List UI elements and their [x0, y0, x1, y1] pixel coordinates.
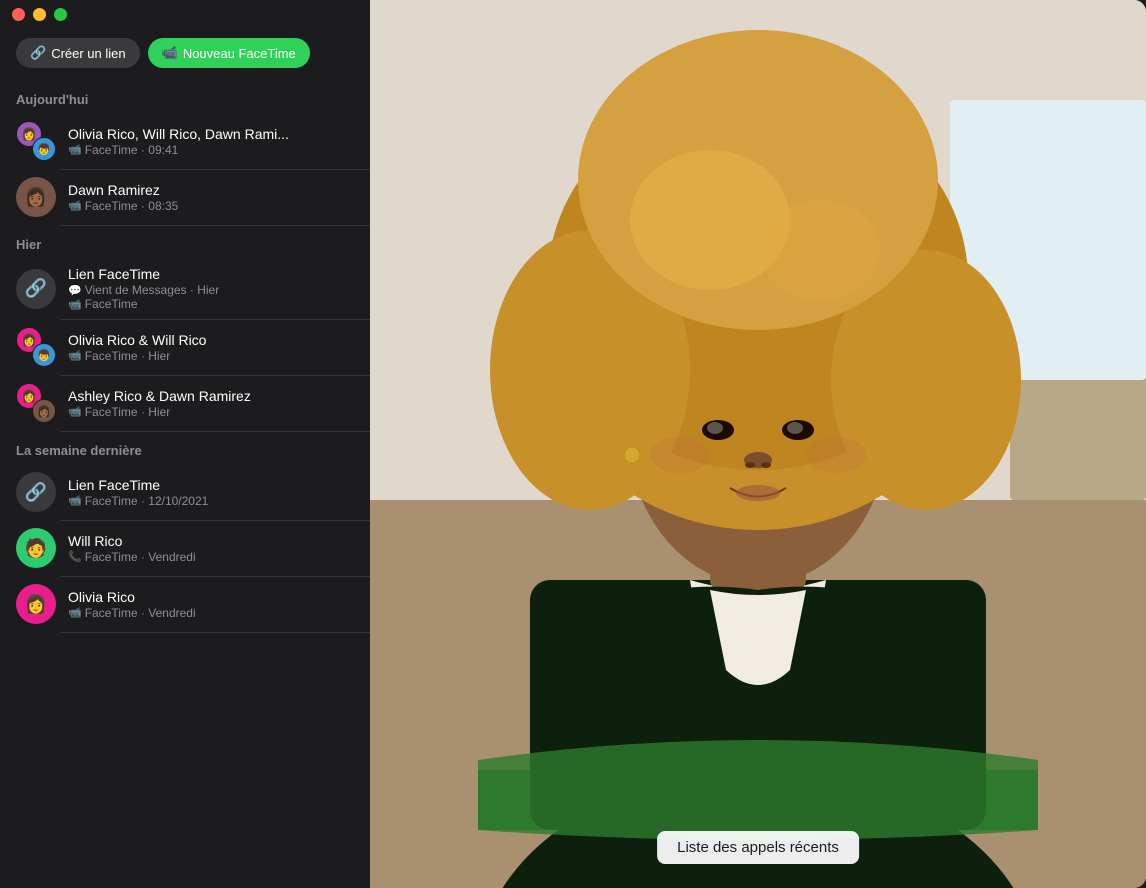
- close-button[interactable]: [12, 8, 25, 21]
- maximize-button[interactable]: [54, 8, 67, 21]
- call-name: Olivia Rico & Will Rico: [68, 332, 354, 348]
- call-info: Olivia Rico, Will Rico, Dawn Rami... 📹 F…: [68, 126, 354, 157]
- minimize-button[interactable]: [33, 8, 46, 21]
- avatar: 👩 👦: [16, 121, 56, 161]
- video-icon: 📹: [68, 298, 82, 311]
- call-name: Dawn Ramirez: [68, 182, 354, 198]
- call-item[interactable]: 👩 Olivia Rico 📹 FaceTime · Vendredi: [0, 576, 370, 632]
- call-item[interactable]: 👩 👦 Olivia Rico & Will Rico 📹 FaceTime ·…: [0, 319, 370, 375]
- caption-label: Liste des appels récents: [657, 831, 859, 864]
- call-name: Lien FaceTime: [68, 266, 354, 282]
- avatar: 👩 👩🏾: [16, 383, 56, 423]
- facetime-photo: [370, 0, 1146, 888]
- title-bar: [0, 0, 370, 28]
- call-name: Olivia Rico: [68, 589, 354, 605]
- section-label-lastweek: La semaine dernière: [0, 431, 370, 464]
- call-detail: 📹 FaceTime · 09:41: [68, 143, 354, 157]
- avatar-sub: 👦: [32, 343, 56, 367]
- facetime-main-view: Liste des appels récents: [370, 0, 1146, 888]
- video-icon: 📹: [68, 143, 82, 156]
- call-info: Lien FaceTime 📹 FaceTime · 12/10/2021: [68, 477, 354, 508]
- avatar-circle: 👩: [16, 584, 56, 624]
- call-detail-line2: 📹 FaceTime: [68, 297, 354, 311]
- avatar-sub: 👦: [32, 137, 56, 161]
- call-item[interactable]: 🧑 Will Rico 📞 FaceTime · Vendredi: [0, 520, 370, 576]
- video-icon: 📹: [68, 199, 82, 212]
- video-icon: 📹: [68, 349, 82, 362]
- call-detail: 💬 Vient de Messages · Hier: [68, 283, 354, 297]
- link-avatar: 🔗: [16, 269, 56, 309]
- call-detail: 📹 FaceTime · 12/10/2021: [68, 494, 354, 508]
- phone-icon: 📞: [68, 550, 82, 563]
- call-name: Will Rico: [68, 533, 354, 549]
- call-name: Ashley Rico & Dawn Ramirez: [68, 388, 354, 404]
- create-link-button[interactable]: 🔗 Créer un lien: [16, 38, 140, 68]
- call-item[interactable]: 👩 👦 Olivia Rico, Will Rico, Dawn Rami...…: [0, 113, 370, 169]
- call-detail: 📹 FaceTime · Vendredi: [68, 606, 354, 620]
- section-label-hier: Hier: [0, 225, 370, 258]
- avatar: 🔗: [16, 472, 56, 512]
- avatar: 👩 👦: [16, 327, 56, 367]
- call-item[interactable]: 👩🏾 Dawn Ramirez 📹 FaceTime · 08:35: [0, 169, 370, 225]
- sidebar-content: Aujourd'hui 👩 👦 Olivia Rico, Will Rico, …: [0, 80, 370, 888]
- video-icon: 📹: [68, 405, 82, 418]
- call-item[interactable]: 👩 👩🏾 Ashley Rico & Dawn Ramirez 📹 FaceTi…: [0, 375, 370, 431]
- call-detail: 📹 FaceTime · 08:35: [68, 199, 354, 213]
- avatar-circle: 👩🏾: [16, 177, 56, 217]
- avatar-sub: 👩🏾: [32, 399, 56, 423]
- call-detail: 📹 FaceTime · Hier: [68, 349, 354, 363]
- video-icon: 📹: [68, 606, 82, 619]
- call-detail: 📞 FaceTime · Vendredi: [68, 550, 354, 564]
- avatar: 🧑: [16, 528, 56, 568]
- call-info: Dawn Ramirez 📹 FaceTime · 08:35: [68, 182, 354, 213]
- avatar: 👩🏾: [16, 177, 56, 217]
- call-info: Lien FaceTime 💬 Vient de Messages · Hier…: [68, 266, 354, 311]
- call-info: Will Rico 📞 FaceTime · Vendredi: [68, 533, 354, 564]
- section-label-today: Aujourd'hui: [0, 80, 370, 113]
- message-icon: 💬: [68, 284, 82, 297]
- link-icon: 🔗: [30, 45, 46, 61]
- avatar: 🔗: [16, 269, 56, 309]
- video-icon: 📹: [68, 494, 82, 507]
- call-info: Olivia Rico & Will Rico 📹 FaceTime · Hie…: [68, 332, 354, 363]
- new-facetime-button[interactable]: 📹 Nouveau FaceTime: [148, 38, 310, 68]
- call-item[interactable]: 🔗 Lien FaceTime 💬 Vient de Messages · Hi…: [0, 258, 370, 319]
- avatar-circle: 🧑: [16, 528, 56, 568]
- call-item[interactable]: 🔗 Lien FaceTime 📹 FaceTime · 12/10/2021: [0, 464, 370, 520]
- call-name: Lien FaceTime: [68, 477, 354, 493]
- call-info: Ashley Rico & Dawn Ramirez 📹 FaceTime · …: [68, 388, 354, 419]
- link-avatar: 🔗: [16, 472, 56, 512]
- call-name: Olivia Rico, Will Rico, Dawn Rami...: [68, 126, 354, 142]
- call-info: Olivia Rico 📹 FaceTime · Vendredi: [68, 589, 354, 620]
- avatar: 👩: [16, 584, 56, 624]
- sidebar: 🔗 Créer un lien 📹 Nouveau FaceTime Aujou…: [0, 0, 370, 888]
- video-camera-icon: 📹: [162, 45, 178, 61]
- call-detail: 📹 FaceTime · Hier: [68, 405, 354, 419]
